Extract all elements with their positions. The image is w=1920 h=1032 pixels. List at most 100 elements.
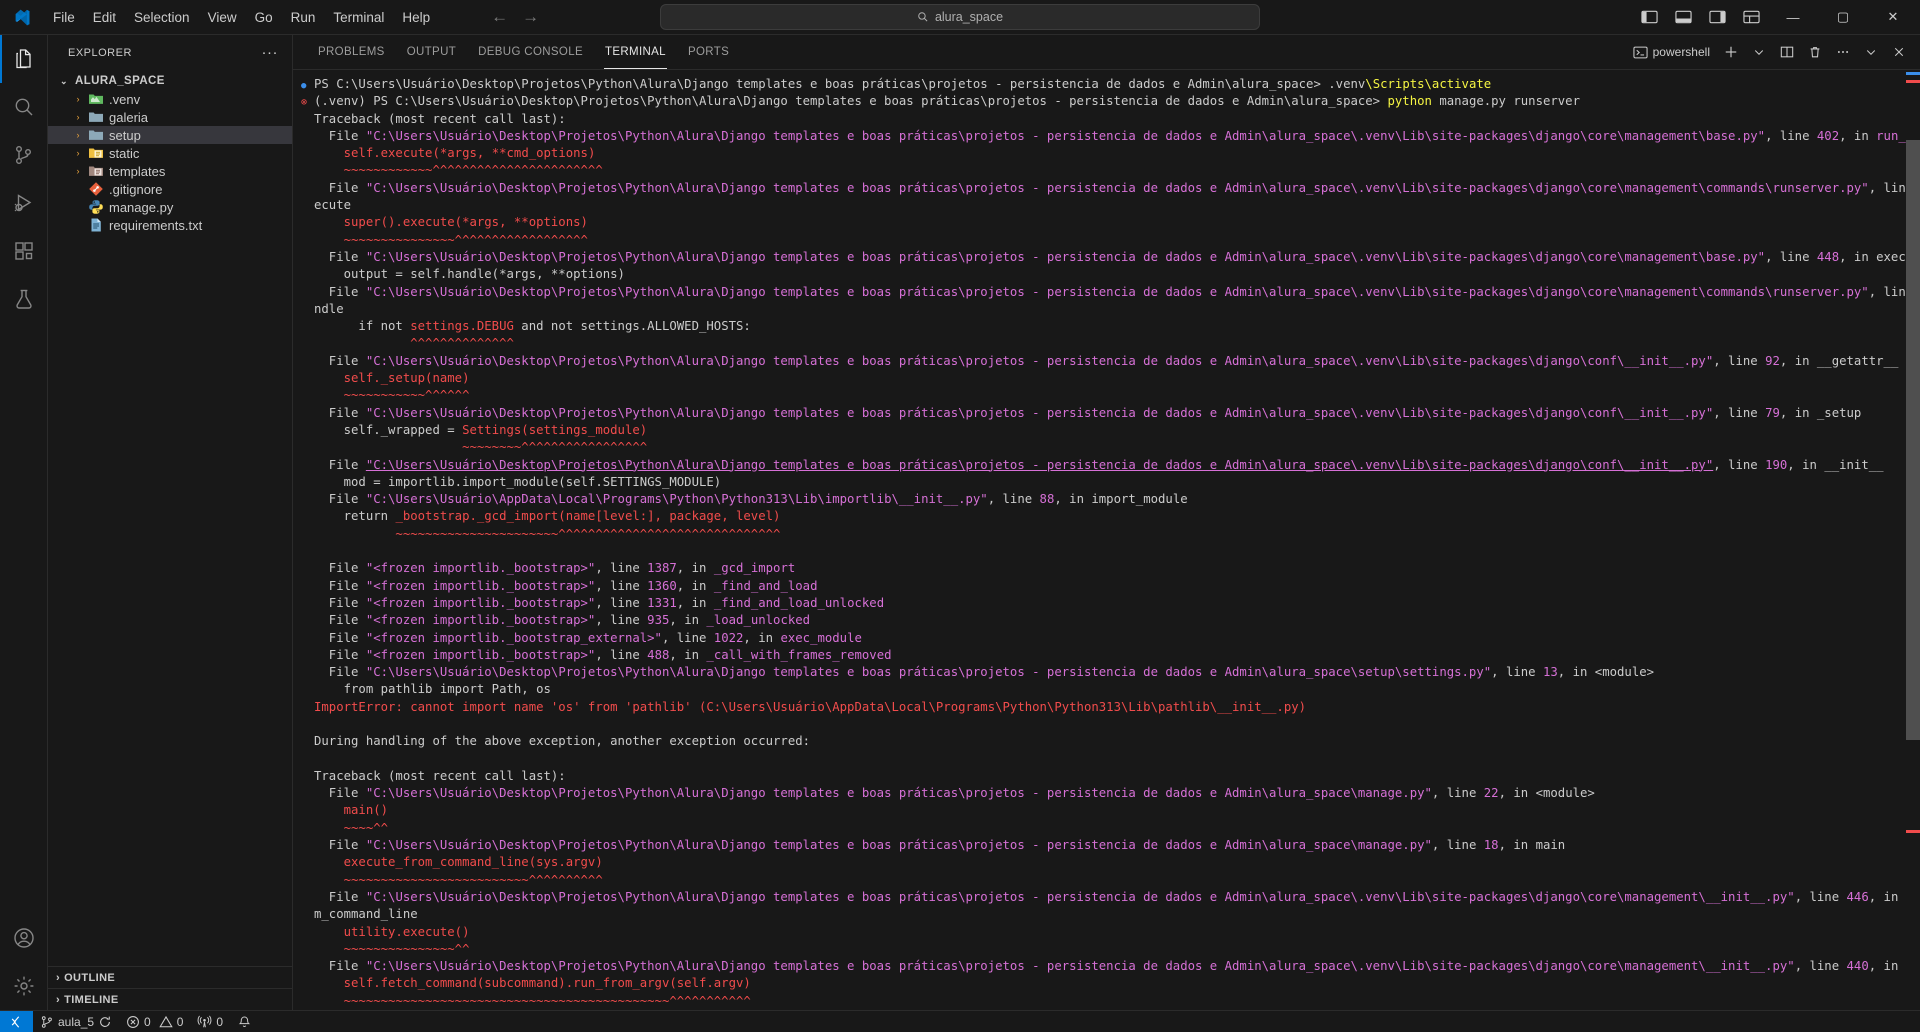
tree-item-gitignore[interactable]: › .gitignore [48, 180, 292, 198]
terminal-scrollbar-thumb[interactable] [1906, 140, 1920, 740]
activity-run-debug-icon[interactable] [0, 179, 48, 227]
tree-item-galeria[interactable]: › galeria [48, 108, 292, 126]
status-branch[interactable]: aula_5 [33, 1011, 119, 1032]
sidebar-section-timeline[interactable]: › TIMELINE [48, 988, 292, 1010]
terminal-line: File "C:\Users\Usuário\Desktop\Projetos\… [301, 785, 1906, 802]
tab-debug-console[interactable]: DEBUG CONSOLE [467, 35, 594, 69]
terminal-output[interactable]: PS C:\Users\Usuário\Desktop\Projetos\Pyt… [293, 70, 1906, 1010]
command-center[interactable]: alura_space [660, 4, 1260, 30]
forward-arrow-icon[interactable]: → [522, 7, 539, 27]
customize-layout-icon[interactable] [1736, 2, 1766, 32]
terminal-text: , line [1794, 959, 1847, 974]
remote-window-button[interactable] [0, 1010, 33, 1032]
maximize-button[interactable]: ▢ [1820, 0, 1866, 34]
activity-extensions-icon[interactable] [0, 227, 48, 275]
tree-item-label: .venv [109, 91, 141, 107]
terminal-text: File [314, 665, 366, 680]
tree-item-setup[interactable]: › setup [48, 126, 292, 144]
terminal-text: self._wrapped = [314, 422, 463, 437]
terminal-text: 1022 [713, 630, 744, 645]
terminal-line: ~~~~~~~~~~~~~~~~~~~~~~~~~^^^^^^^^^^ [301, 872, 1906, 889]
sidebar-section-outline[interactable]: › OUTLINE [48, 966, 292, 988]
terminal-line: File "C:\Users\Usuário\AppData\Local\Pro… [301, 491, 1906, 508]
terminal-text: , line [1713, 353, 1766, 368]
terminal-line: self._wrapped = Settings(settings_module… [301, 422, 1906, 439]
terminal-body: PS C:\Users\Usuário\Desktop\Projetos\Pyt… [293, 70, 1920, 1010]
status-ports[interactable]: 0 [190, 1011, 230, 1032]
split-terminal-icon[interactable] [1774, 39, 1800, 65]
terminal-line: self._setup(name) [301, 370, 1906, 387]
terminal-text: execute_from_command_line( [314, 855, 537, 870]
tab-terminal[interactable]: TERMINAL [594, 35, 677, 69]
tree-item-requirements-txt[interactable]: › requirements.txt [48, 216, 292, 234]
terminal-scrollbar[interactable] [1906, 70, 1920, 1010]
menu-terminal[interactable]: Terminal [324, 6, 393, 29]
terminal-text: , in [676, 561, 714, 576]
terminal-text: 1331 [647, 595, 677, 610]
terminal-line: super().execute(*args, **options) [301, 214, 1906, 231]
more-actions-icon[interactable] [1830, 39, 1856, 65]
tree-item-templates[interactable]: › templates [48, 162, 292, 180]
terminal-line: File "C:\Users\Usuário\Desktop\Projetos\… [301, 457, 1906, 474]
tab-ports[interactable]: PORTS [677, 35, 740, 69]
terminal-text: PS C:\Users\Usuário\Desktop\Projetos\Pyt… [314, 77, 1329, 91]
close-panel-icon[interactable] [1886, 39, 1912, 65]
activity-testing-icon[interactable] [0, 275, 48, 323]
menu-file[interactable]: File [44, 6, 84, 29]
tree-root-alura-space[interactable]: ⌄ ALURA_SPACE [48, 72, 292, 90]
toggle-panel-icon[interactable] [1668, 2, 1698, 32]
status-problems[interactable]: 0 0 [119, 1011, 190, 1032]
menu-help[interactable]: Help [393, 6, 439, 29]
terminal-line: ~~~~~~~~^^^^^^^^^^^^^^^^^ [301, 439, 1906, 456]
terminal-text: File [314, 405, 366, 420]
terminal-text: File [314, 613, 366, 628]
terminal-shell-tab[interactable]: powershell [1631, 45, 1716, 60]
status-bell[interactable] [230, 1011, 258, 1032]
activity-search-icon[interactable] [0, 83, 48, 131]
tab-output[interactable]: OUTPUT [396, 35, 467, 69]
activity-explorer-icon[interactable] [0, 35, 48, 83]
terminal-line: Traceback (most recent call last): [301, 768, 1906, 785]
back-arrow-icon[interactable]: ← [491, 7, 508, 27]
sidebar-more-actions-icon[interactable]: ··· [256, 44, 285, 61]
tree-item-static[interactable]: › static [48, 144, 292, 162]
terminal-line: File "C:\Users\Usuário\Desktop\Projetos\… [301, 284, 1906, 301]
menu-edit[interactable]: Edit [84, 6, 125, 29]
activity-source-control-icon[interactable] [0, 131, 48, 179]
menu-selection[interactable]: Selection [125, 6, 199, 29]
status-warning-count: 0 [176, 1014, 184, 1029]
menu-go[interactable]: Go [246, 6, 282, 29]
terminal-text: ) [587, 146, 596, 161]
command-center-text: alura_space [934, 10, 1004, 24]
terminal-text: , line [595, 613, 648, 628]
terminal-text: super().execute(*args, **options) [314, 215, 588, 230]
tab-problems[interactable]: PROBLEMS [307, 35, 396, 69]
menu-run[interactable]: Run [282, 6, 325, 29]
kill-terminal-icon[interactable] [1802, 39, 1828, 65]
terminal-text: , line [661, 630, 714, 645]
minimize-button[interactable]: — [1770, 0, 1816, 34]
tree-item-manage-py[interactable]: › manage.py [48, 198, 292, 216]
terminal-line: PS C:\Users\Usuário\Desktop\Projetos\Pyt… [301, 76, 1906, 93]
toggle-secondary-sidebar-icon[interactable] [1702, 2, 1732, 32]
terminal-text: ~~~~~~~~~~~^^^^^^ [314, 388, 470, 403]
terminal-text: output = self.handle(*args, **options) [314, 267, 625, 282]
terminal-line: from pathlib import Path, os [301, 681, 1906, 698]
menu-view[interactable]: View [199, 6, 246, 29]
chevron-down-icon[interactable] [1746, 39, 1772, 65]
terminal-line: ~~~~~~~~~~~~~~~~~~~~~~^^^^^^^^^^^^^^^^^^… [301, 526, 1906, 543]
navigation-arrows: ← → [491, 7, 539, 27]
terminal-line: ndle [301, 301, 1906, 318]
close-button[interactable]: ✕ [1870, 0, 1916, 34]
terminal-text: , in __getattr__ [1779, 353, 1899, 368]
terminal-text: : cannot import name 'os' from 'pathlib'… [395, 699, 1307, 714]
chevron-right-icon: › [76, 94, 80, 104]
hide-panel-icon[interactable] [1858, 39, 1884, 65]
tree-item-venv[interactable]: › .venv [48, 90, 292, 108]
toggle-primary-sidebar-icon[interactable] [1634, 2, 1664, 32]
manage-settings-gear-icon[interactable] [0, 962, 48, 1010]
new-terminal-icon[interactable] [1718, 39, 1744, 65]
accounts-icon[interactable] [0, 914, 48, 962]
terminal-line: ~~~~~~~~~~~~~~~~~~~~~~~~~~~~~~~~~~~~~~~~… [301, 993, 1906, 1010]
